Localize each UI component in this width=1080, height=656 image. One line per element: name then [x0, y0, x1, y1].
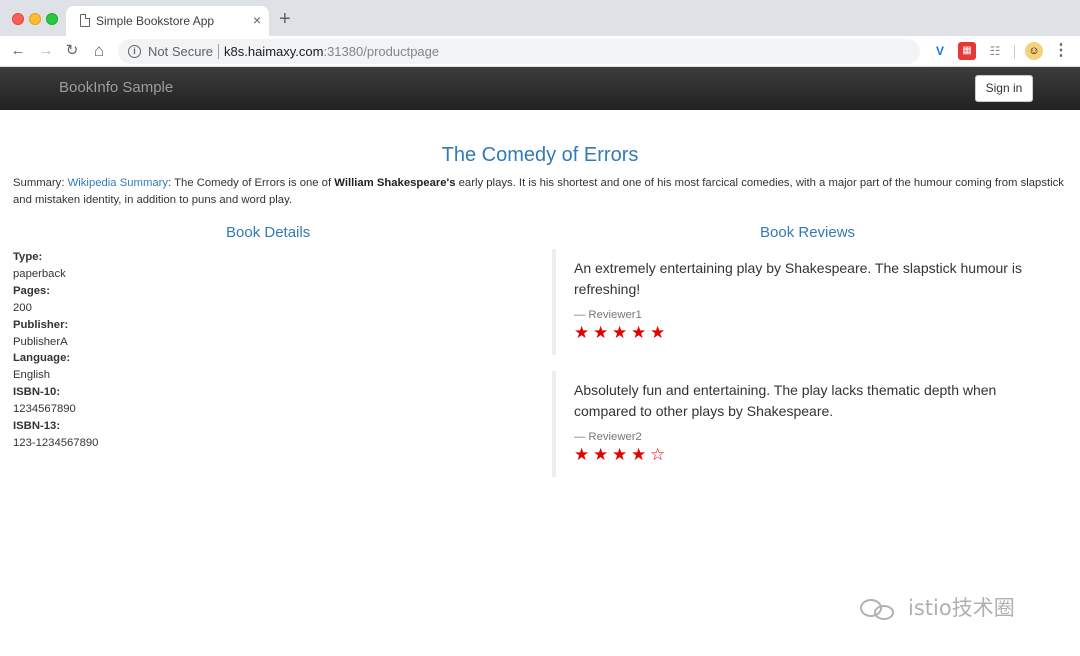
maximize-window-button[interactable]	[46, 13, 58, 25]
filled-star-icon: ★	[631, 445, 647, 464]
url-path: :31380/productpage	[323, 44, 440, 59]
address-separator	[218, 44, 219, 59]
wikipedia-summary-link[interactable]: Wikipedia Summary	[68, 177, 168, 189]
rating-stars: ★ ★ ★ ★ ☆	[574, 446, 1052, 464]
pages-value: 200	[13, 301, 32, 314]
isbn10-label: ISBN-10:	[13, 386, 61, 399]
sign-in-button[interactable]: Sign in	[975, 75, 1033, 102]
publisher-label: Publisher:	[13, 318, 69, 331]
profile-avatar-icon[interactable]: ☺	[1025, 42, 1043, 60]
summary-text: : The Comedy of Errors is one of	[168, 177, 335, 189]
language-label: Language:	[13, 352, 71, 365]
rating-stars: ★ ★ ★ ★ ★	[574, 324, 1052, 342]
isbn13-value: 123-1234567890	[13, 436, 99, 449]
reviewer-name: — Reviewer1	[574, 309, 642, 321]
review-text: An extremely entertaining play by Shakes…	[574, 260, 1022, 297]
back-icon[interactable]: ←	[8, 41, 28, 61]
book-reviews-heading: Book Reviews	[760, 224, 856, 241]
menu-dots-icon[interactable]: ⋮	[1052, 42, 1070, 60]
site-navbar: BookInfo Sample Sign in	[0, 67, 1080, 110]
summary-prefix: Summary:	[13, 177, 68, 189]
type-value: paperback	[13, 267, 66, 280]
home-icon[interactable]: ⌂	[89, 41, 109, 61]
type-label: Type:	[13, 251, 43, 263]
book-title: The Comedy of Errors	[441, 144, 639, 166]
wechat-logo-icon	[858, 597, 902, 621]
forward-icon[interactable]: →	[36, 41, 56, 61]
toolbar-divider	[1014, 45, 1015, 59]
brand-link[interactable]: BookInfo Sample	[59, 79, 173, 96]
publisher-value: PublisherA	[13, 335, 68, 348]
isbn13-label: ISBN-13:	[13, 420, 61, 433]
browser-tab-bar: Simple Bookstore App × +	[0, 0, 1080, 36]
filled-star-icon: ★	[631, 323, 647, 342]
tab-close-icon[interactable]: ×	[253, 11, 261, 29]
review-card: Absolutely fun and entertaining. The pla…	[552, 371, 1052, 477]
review-card: An extremely entertaining play by Shakes…	[552, 249, 1052, 355]
filled-star-icon: ★	[612, 445, 628, 464]
reviewer-name: — Reviewer2	[574, 431, 642, 443]
tab-title: Simple Bookstore App	[96, 14, 215, 28]
filled-star-icon: ★	[612, 323, 628, 342]
pages-label: Pages:	[13, 284, 51, 297]
extension-red-icon[interactable]: ▦	[958, 42, 976, 60]
empty-star-icon: ☆	[650, 445, 666, 464]
summary-author: William Shakespeare's	[334, 177, 456, 189]
filled-star-icon: ★	[574, 323, 590, 342]
book-summary: Summary: Wikipedia Summary: The Comedy o…	[13, 175, 1071, 208]
filled-star-icon: ★	[574, 445, 590, 464]
extension-grid-icon[interactable]: ☷	[986, 42, 1004, 60]
filled-star-icon: ★	[593, 445, 609, 464]
minimize-window-button[interactable]	[29, 13, 41, 25]
url-text[interactable]: k8s.haimaxy.com:31380/productpage	[224, 44, 439, 59]
new-tab-button[interactable]: +	[279, 9, 291, 29]
filled-star-icon: ★	[593, 323, 609, 342]
watermark: istio技术圈	[858, 592, 1015, 622]
url-host: k8s.haimaxy.com	[224, 44, 324, 59]
reload-icon[interactable]: ↻	[62, 41, 82, 61]
browser-tab[interactable]: Simple Bookstore App ×	[66, 6, 269, 36]
not-secure-label: Not Secure	[148, 44, 214, 59]
isbn10-value: 1234567890	[13, 403, 76, 416]
extension-v-icon[interactable]: V	[931, 42, 949, 60]
filled-star-icon: ★	[650, 323, 666, 342]
browser-toolbar: ← → ↻ ⌂ i Not Secure k8s.haimaxy.com:313…	[0, 36, 1080, 67]
close-window-button[interactable]	[12, 13, 24, 25]
book-details-heading: Book Details	[226, 224, 311, 241]
watermark-text: istio技术圈	[908, 596, 1015, 620]
language-value: English	[13, 369, 51, 382]
address-bar[interactable]: i Not Secure k8s.haimaxy.com:31380/produ…	[118, 39, 920, 64]
page-icon	[80, 14, 90, 27]
book-details: Type: paperback Pages: 200 Publisher: Pu…	[13, 249, 98, 452]
review-text: Absolutely fun and entertaining. The pla…	[574, 382, 997, 419]
info-icon[interactable]: i	[128, 45, 141, 58]
